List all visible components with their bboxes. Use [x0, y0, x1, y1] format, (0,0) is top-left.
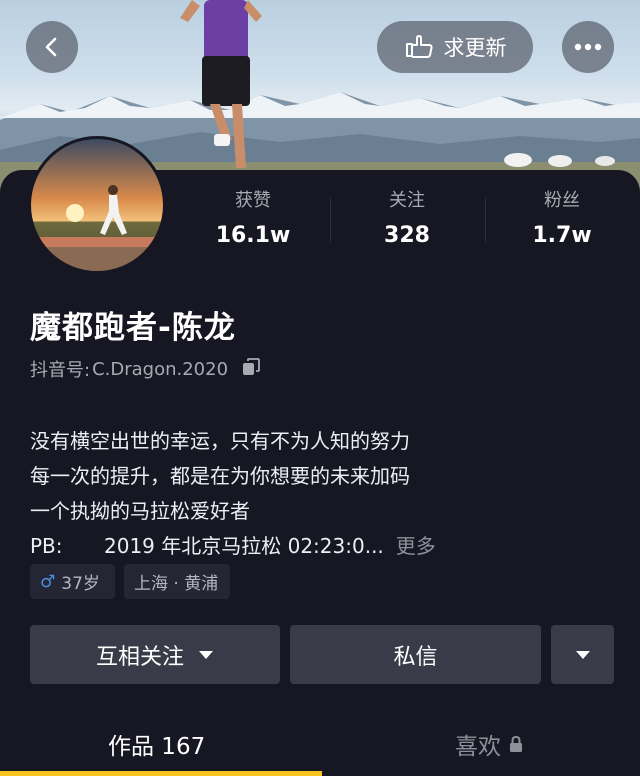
tab-works[interactable]: 作品 167: [108, 727, 205, 761]
more-button[interactable]: [562, 21, 614, 73]
avatar[interactable]: [28, 136, 166, 274]
message-button[interactable]: 私信: [290, 625, 541, 684]
caret-down-icon: [199, 650, 213, 659]
bio-line: 每一次的提升，都是在为你想要的未来加码: [30, 464, 410, 488]
fans-label: 粉丝: [544, 190, 580, 211]
stat-fans[interactable]: 粉丝 1.7w: [502, 188, 622, 250]
caret-down-icon: [575, 650, 590, 659]
tab-likes[interactable]: 喜欢: [455, 727, 523, 761]
active-tab-indicator: [0, 771, 322, 776]
more-dots-icon: [574, 43, 602, 51]
pb-value: 2019 年北京马拉松 02:23:0...: [104, 534, 384, 558]
mutual-follow-button[interactable]: 互相关注: [30, 625, 280, 684]
request-update-button[interactable]: 求更新: [377, 21, 533, 73]
bio-line: 没有横空出世的幸运，只有不为人知的努力: [30, 429, 410, 453]
profile-name: 魔都跑者-陈龙: [30, 310, 236, 346]
following-count: 328: [384, 223, 430, 248]
bio-more-link[interactable]: 更多: [396, 529, 436, 564]
lock-icon: [510, 735, 522, 752]
stat-divider: [330, 198, 331, 242]
following-label: 关注: [389, 190, 425, 211]
likes-label: 获赞: [235, 190, 271, 211]
request-update-label: 求更新: [443, 36, 507, 60]
location-tag: 上海 · 黄浦: [124, 564, 230, 599]
gender-age-tag: ♂ 37岁: [30, 564, 115, 599]
bio-pb-line: PB: 2019 年北京马拉松 02:23:0... 更多: [30, 529, 610, 564]
fans-count: 1.7w: [532, 223, 592, 248]
bio-line: 一个执拗的马拉松爱好者: [30, 499, 250, 523]
pointing-hand-icon: [405, 35, 433, 58]
douyin-id-row: 抖音号: C.Dragon.2020: [30, 356, 260, 382]
bio: 没有横空出世的幸运，只有不为人知的努力 每一次的提升，都是在为你想要的未来加码 …: [30, 424, 610, 564]
chevron-left-icon: [45, 37, 57, 57]
douyin-id-value: C.Dragon.2020: [92, 358, 229, 380]
pb-label: PB:: [30, 534, 63, 558]
douyin-id-label: 抖音号:: [30, 360, 91, 381]
message-label: 私信: [393, 644, 438, 670]
age-label: 37岁: [61, 574, 100, 594]
copy-icon[interactable]: [242, 357, 260, 381]
tab-likes-label: 喜欢: [455, 734, 501, 760]
mutual-follow-label: 互相关注: [95, 644, 184, 670]
stat-following[interactable]: 关注 328: [347, 188, 467, 250]
location-label: 上海 · 黄浦: [134, 574, 219, 594]
tab-works-label: 作品 167: [108, 734, 206, 760]
back-button[interactable]: [26, 21, 78, 73]
avatar-image: [31, 139, 163, 271]
male-icon: ♂: [40, 571, 56, 592]
likes-count: 16.1w: [215, 223, 291, 248]
stat-divider: [485, 198, 486, 242]
stat-likes[interactable]: 获赞 16.1w: [193, 188, 313, 250]
recommend-dropdown-button[interactable]: [551, 625, 614, 684]
